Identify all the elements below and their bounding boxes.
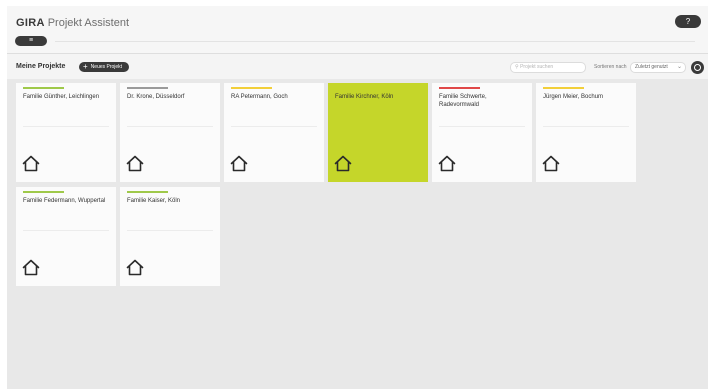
card-divider [127,230,213,231]
app-window: GIRA Projekt Assistent ? ≡ Meine Projekte… [7,6,708,389]
house-icon [126,155,144,172]
card-divider [23,126,109,127]
house-icon [438,155,456,172]
section-title: Meine Projekte [16,63,66,70]
project-name: Familie Kirchner, Köln [335,94,394,100]
sort-select[interactable]: Zuletzt genutzt ⌄ [630,62,686,73]
house-icon [22,259,40,276]
card-divider [543,126,629,127]
project-status-bar [231,87,272,89]
menu-icon: ≡ [28,37,34,44]
sort-label: Sortieren nach [594,64,627,70]
menu-button[interactable]: ≡ [15,36,47,46]
plus-icon: + [83,62,88,71]
project-card[interactable]: Familie Kaiser, Köln [120,187,220,286]
project-name: Familie Günther, Leichlingen [23,94,100,100]
project-card[interactable]: Jürgen Meier, Bochum [536,83,636,182]
project-status-bar [23,191,64,193]
project-card[interactable]: Familie Schwerte, Radevormwald [432,83,532,182]
house-icon [542,155,560,172]
project-card[interactable]: RA Petermann, Goch [224,83,324,182]
project-status-bar [439,87,480,89]
house-icon [126,259,144,276]
projects-toolbar: Meine Projekte + Neues Projekt ⚲ Projekt… [7,59,708,77]
brand-logo: GIRA [16,17,45,29]
project-name: RA Petermann, Goch [231,94,288,100]
project-status-bar [127,191,168,193]
project-grid: Familie Günther, Leichlingen Dr. Krone, D… [7,79,708,389]
card-divider [335,126,421,127]
project-status-bar [23,87,64,89]
project-status-bar [127,87,168,89]
project-card[interactable]: Familie Günther, Leichlingen [16,83,116,182]
house-icon [22,155,40,172]
card-divider [231,126,317,127]
app-header: GIRA Projekt Assistent ? ≡ [7,6,708,54]
settings-gear-icon[interactable] [691,61,704,74]
card-divider [127,126,213,127]
sort-value: Zuletzt genutzt [635,64,668,70]
project-card[interactable]: Familie Kirchner, Köln [328,83,428,182]
project-search-input[interactable]: ⚲ Projekt suchen [510,62,586,73]
project-name: Familie Schwerte, Radevormwald [439,94,487,108]
search-placeholder: Projekt suchen [520,64,554,70]
header-divider [55,41,695,42]
app-title: GIRA Projekt Assistent [16,16,129,30]
project-name: Jürgen Meier, Bochum [543,94,604,100]
project-card[interactable]: Familie Federmann, Wuppertal [16,187,116,286]
new-project-label: Neues Projekt [90,64,123,70]
project-status-bar [543,87,584,89]
project-name: Dr. Krone, Düsseldorf [127,94,185,100]
project-card[interactable]: Dr. Krone, Düsseldorf [120,83,220,182]
app-name: Projekt Assistent [47,17,130,29]
project-name: Familie Federmann, Wuppertal [23,198,106,204]
card-divider [439,126,525,127]
house-icon [334,155,352,172]
help-button[interactable]: ? [675,15,701,28]
project-status-bar [335,87,376,89]
chevron-down-icon: ⌄ [676,64,682,70]
house-icon [230,155,248,172]
project-name: Familie Kaiser, Köln [127,198,181,204]
new-project-button[interactable]: + Neues Projekt [79,62,130,72]
card-divider [23,230,109,231]
